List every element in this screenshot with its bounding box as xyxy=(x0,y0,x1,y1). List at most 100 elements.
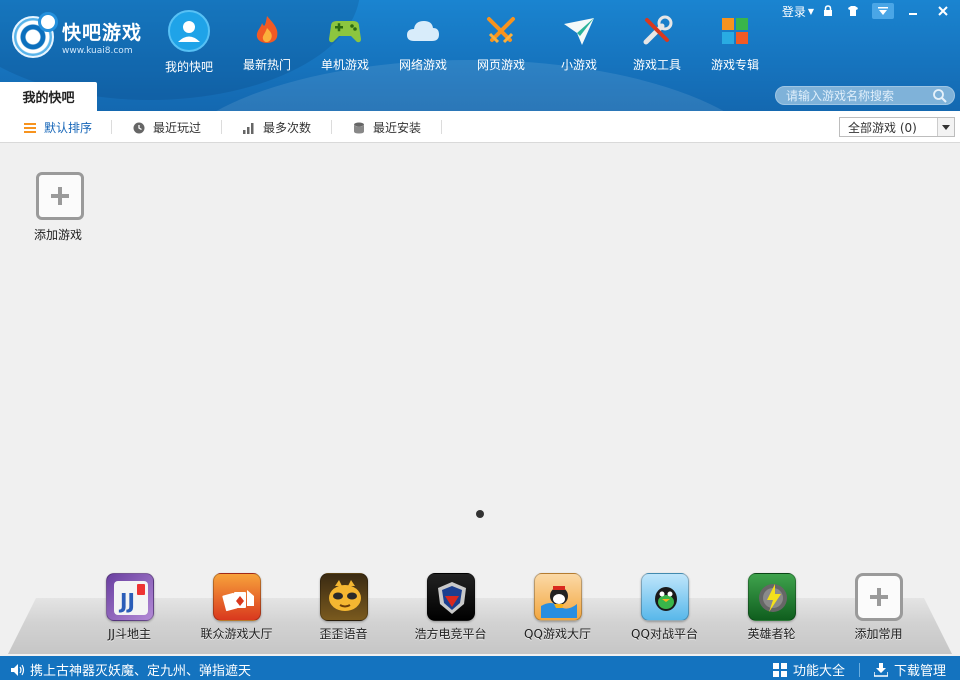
page-indicator-dot[interactable] xyxy=(476,510,484,518)
main-nav: 我的快吧 最新热门 单机游戏 网络游戏 网页游戏 小游戏 游戏工具 游戏专辑 xyxy=(150,10,774,75)
download-label: 下载管理 xyxy=(893,664,946,679)
crossed-swords-icon xyxy=(482,12,520,50)
dock-label: 浩方电竞平台 xyxy=(414,627,487,641)
nav-game-albums[interactable]: 游戏专辑 xyxy=(696,12,774,75)
database-icon xyxy=(353,122,365,134)
news-ticker[interactable]: 携上古神器灭妖魔、定九州、弹指遮天 xyxy=(10,660,251,679)
dock-label: 歪歪语音 xyxy=(319,627,368,641)
minimize-icon[interactable] xyxy=(902,3,924,19)
yy-voice-app-icon xyxy=(319,573,368,621)
search-input[interactable]: 请输入游戏名称搜索 xyxy=(775,86,955,105)
sort-label: 最近安装 xyxy=(373,121,422,135)
dock-items: JJ JJ斗地主 联众游戏大厅 歪歪语音 浩方电竞平台 QQ游戏大厅 QQ对战平… xyxy=(76,573,932,642)
status-bar: 携上古神器灭妖魔、定九州、弹指遮天 功能大全 下载管理 xyxy=(0,656,960,680)
sort-default[interactable]: 默认排序 xyxy=(24,119,92,136)
sort-label: 最近玩过 xyxy=(153,121,202,135)
nav-web-games[interactable]: 网页游戏 xyxy=(462,12,540,75)
window-controls: 登录 ▼ xyxy=(774,3,954,19)
clock-icon xyxy=(133,122,145,134)
add-game-label: 添加游戏 xyxy=(33,228,82,242)
features-label: 功能大全 xyxy=(792,664,845,679)
header: 快吧游戏 www.kuai8.com 我的快吧 最新热门 单机游戏 网络游戏 网… xyxy=(0,0,960,111)
qq-battle-app-icon xyxy=(640,573,689,621)
divider xyxy=(111,120,112,134)
dock-item-haofang[interactable]: 浩方电竞平台 xyxy=(397,573,504,642)
jj-app-icon: JJ xyxy=(105,573,154,621)
divider xyxy=(221,120,222,134)
lock-icon[interactable] xyxy=(822,3,834,19)
app-title: 快吧游戏 xyxy=(62,22,143,44)
nav-mini-games[interactable]: 小游戏 xyxy=(540,12,618,75)
news-text: 携上古神器灭妖魔、定九州、弹指遮天 xyxy=(30,664,252,679)
dock-label: JJ斗地主 xyxy=(107,627,152,641)
dock-item-add-common[interactable]: 添加常用 xyxy=(825,573,932,642)
speaker-icon xyxy=(10,663,26,677)
dock-item-hero[interactable]: 英雄者轮 xyxy=(718,573,825,642)
flame-icon xyxy=(248,12,286,50)
nav-label: 网页游戏 xyxy=(476,58,525,72)
nav-label: 小游戏 xyxy=(560,58,597,72)
download-icon xyxy=(873,662,889,677)
sort-most-played[interactable]: 最多次数 xyxy=(243,119,311,136)
dock-item-yy[interactable]: 歪歪语音 xyxy=(290,573,397,642)
nav-label: 单机游戏 xyxy=(320,58,369,72)
nav-label: 网络游戏 xyxy=(398,58,447,72)
skin-icon[interactable] xyxy=(842,3,864,19)
nav-label: 最新热门 xyxy=(242,58,291,72)
dock-item-jj[interactable]: JJ JJ斗地主 xyxy=(76,573,183,642)
svg-text:JJ: JJ xyxy=(118,589,135,613)
haofang-app-icon xyxy=(426,573,475,621)
gamepad-icon xyxy=(326,12,364,50)
filter-value: 全部游戏 (0) xyxy=(848,120,917,135)
nav-my-kuai8[interactable]: 我的快吧 xyxy=(150,10,228,75)
dock-label: QQ对战平台 xyxy=(631,627,698,641)
nav-latest-hot[interactable]: 最新热门 xyxy=(228,12,306,75)
dock-label: 添加常用 xyxy=(854,627,903,641)
game-filter-select[interactable]: 全部游戏 (0) xyxy=(839,117,955,137)
login-button[interactable]: 登录 ▼ xyxy=(782,3,814,19)
plus-icon xyxy=(36,172,84,220)
nav-game-tools[interactable]: 游戏工具 xyxy=(618,12,696,75)
menu-dropdown-icon[interactable] xyxy=(872,3,894,19)
paper-plane-icon xyxy=(560,12,598,50)
sort-label: 默认排序 xyxy=(44,121,93,135)
list-icon xyxy=(24,122,36,134)
tools-icon xyxy=(638,12,676,50)
sort-toolbar: 默认排序 最近玩过 最多次数 最近安装 xyxy=(0,111,960,143)
cloud-icon xyxy=(404,12,442,50)
close-icon[interactable] xyxy=(932,3,954,19)
search-icon[interactable] xyxy=(932,88,947,103)
download-manager-button[interactable]: 下载管理 xyxy=(873,660,946,679)
nav-online-games[interactable]: 网络游戏 xyxy=(384,12,462,75)
chevron-down-icon[interactable] xyxy=(937,118,954,136)
app-url: www.kuai8.com xyxy=(62,46,133,56)
logo-icon xyxy=(12,12,58,58)
dock-label: 联众游戏大厅 xyxy=(200,627,273,641)
nav-label: 游戏专辑 xyxy=(710,58,759,72)
qq-game-app-icon xyxy=(533,573,582,621)
hero-app-icon xyxy=(747,573,796,621)
dock-item-lianzhong[interactable]: 联众游戏大厅 xyxy=(183,573,290,642)
dock-label: 英雄者轮 xyxy=(747,627,796,641)
bar-chart-icon xyxy=(243,122,255,134)
divider xyxy=(441,120,442,134)
grid-icon xyxy=(716,12,754,50)
sort-recently-installed[interactable]: 最近安装 xyxy=(353,119,421,136)
nav-single-player[interactable]: 单机游戏 xyxy=(306,12,384,75)
features-button[interactable]: 功能大全 xyxy=(772,660,845,679)
dock-label: QQ游戏大厅 xyxy=(524,627,591,641)
nav-label: 游戏工具 xyxy=(632,58,681,72)
lianzhong-app-icon xyxy=(212,573,261,621)
dock-item-qq-game[interactable]: QQ游戏大厅 xyxy=(504,573,611,642)
divider xyxy=(858,662,860,677)
tab-my-kuai8[interactable]: 我的快吧 xyxy=(0,82,97,111)
add-game-tile[interactable]: 添加游戏 xyxy=(34,172,86,243)
app-logo[interactable]: 快吧游戏 www.kuai8.com xyxy=(12,12,143,58)
user-icon xyxy=(168,10,210,52)
divider xyxy=(331,120,332,134)
chevron-down-icon: ▼ xyxy=(807,6,814,16)
nav-label: 我的快吧 xyxy=(164,60,213,74)
sort-recently-played[interactable]: 最近玩过 xyxy=(133,119,201,136)
app-grid-icon xyxy=(772,662,787,677)
dock-item-qq-battle[interactable]: QQ对战平台 xyxy=(611,573,718,642)
